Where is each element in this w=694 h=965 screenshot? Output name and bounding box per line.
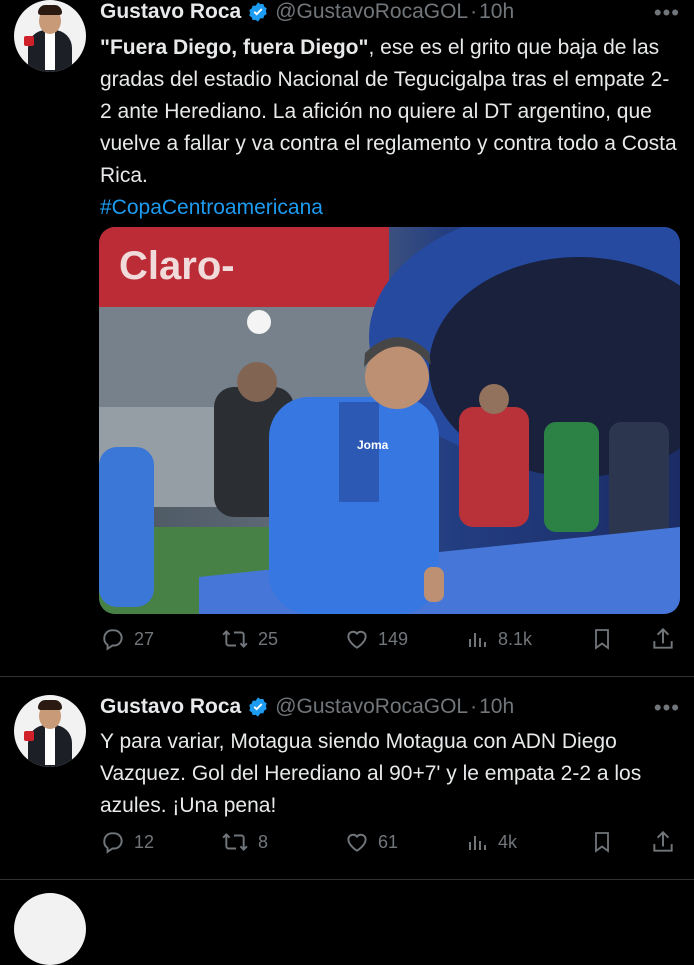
author-name[interactable]: Gustavo Roca — [100, 695, 241, 719]
repost-icon — [222, 630, 248, 648]
bookmark-icon — [595, 629, 609, 650]
repost-count: 25 — [258, 628, 279, 649]
heart-icon — [347, 833, 367, 852]
tweet-divider — [0, 879, 694, 880]
repost-button[interactable]: 8 — [220, 829, 268, 855]
bookmark-icon — [595, 832, 609, 853]
verified-badge-icon — [247, 1, 269, 23]
tweet-photo[interactable]: Claro- Joma — [99, 227, 680, 614]
views-count: 4k — [498, 831, 518, 852]
share-button[interactable] — [650, 829, 684, 855]
like-button[interactable]: 149 — [344, 626, 408, 652]
views-icon — [469, 633, 486, 647]
author-name[interactable]: Gustavo Roca — [100, 0, 241, 24]
repost-icon — [222, 833, 248, 851]
separator-dot: · — [470, 0, 478, 23]
avatar[interactable] — [14, 893, 86, 965]
tweet-text: "Fuera Diego, fuera Diego", ese es el gr… — [100, 32, 680, 224]
share-icon — [653, 627, 673, 649]
avatar[interactable] — [14, 695, 86, 767]
reply-button[interactable]: 12 — [100, 829, 154, 855]
tweet-quote: "Fuera Diego, fuera Diego" — [100, 36, 369, 59]
views-button[interactable]: 4k — [466, 829, 517, 855]
bookmark-button[interactable] — [590, 626, 622, 652]
like-count: 149 — [378, 628, 409, 649]
verified-badge-icon — [247, 696, 269, 718]
timestamp[interactable]: 10h — [479, 695, 514, 719]
timestamp[interactable]: 10h — [479, 0, 514, 24]
reply-count: 27 — [134, 628, 155, 649]
repost-count: 8 — [258, 831, 269, 852]
bookmark-button[interactable] — [590, 829, 622, 855]
tweet-actions: 12 8 61 4k — [100, 829, 680, 859]
tweet-text: Y para variar, Motagua siendo Motagua co… — [100, 730, 642, 817]
reply-icon — [103, 832, 123, 854]
more-options-icon[interactable]: ••• — [654, 695, 680, 721]
avatar[interactable] — [14, 0, 86, 72]
share-icon — [653, 830, 673, 852]
separator-dot: · — [470, 695, 478, 718]
photo-scene: Claro- Joma — [99, 227, 680, 614]
tweet-header: Gustavo Roca @GustavoRocaGOL · 10h — [100, 692, 514, 722]
repost-button[interactable]: 25 — [220, 626, 278, 652]
tweet-1[interactable]: Gustavo Roca @GustavoRocaGOL · 10h ••• "… — [0, 0, 694, 676]
like-count: 61 — [378, 831, 399, 852]
tweet-header: Gustavo Roca @GustavoRocaGOL · 10h — [100, 0, 514, 27]
views-button[interactable]: 8.1k — [466, 626, 532, 652]
more-options-icon[interactable]: ••• — [654, 0, 680, 26]
views-icon — [469, 836, 486, 850]
reply-icon — [103, 629, 123, 651]
hashtag-link[interactable]: #CopaCentroamericana — [100, 192, 680, 224]
author-handle[interactable]: @GustavoRocaGOL — [275, 0, 468, 24]
share-button[interactable] — [650, 626, 684, 652]
tweet-actions: 27 25 149 8.1k — [100, 626, 680, 656]
like-button[interactable]: 61 — [344, 829, 398, 855]
author-handle[interactable]: @GustavoRocaGOL — [275, 695, 468, 719]
reply-count: 12 — [134, 831, 155, 852]
reply-button[interactable]: 27 — [100, 626, 154, 652]
views-count: 8.1k — [498, 628, 533, 649]
tweet-2[interactable]: Gustavo Roca @GustavoRocaGOL · 10h ••• Y… — [0, 677, 694, 879]
heart-icon — [347, 630, 367, 649]
